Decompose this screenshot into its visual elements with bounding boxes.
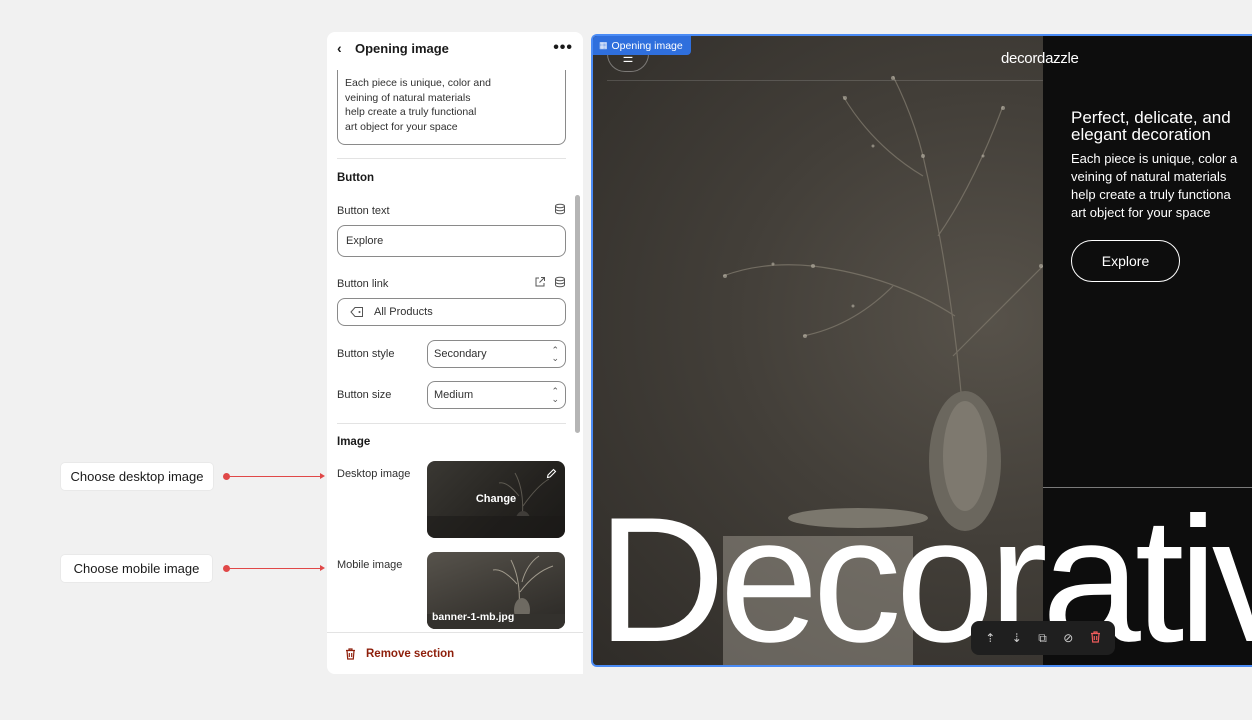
button-style-value: Secondary [434,348,487,360]
button-text-input[interactable]: Explore [337,225,566,257]
image-section-title: Image [337,436,371,448]
mobile-image-label: Mobile image [337,559,403,571]
desktop-image-picker[interactable]: Change [427,461,565,538]
selected-section-badge: ▦ Opening image [593,36,691,55]
mobile-image-row: Mobile image banner-1-mb.jpg [337,552,566,629]
button-size-label: Button size [337,389,392,401]
button-text-value: Explore [346,235,384,247]
section-grid-icon: ▦ [599,40,608,50]
database-icon[interactable] [554,203,566,218]
panel-body: Each piece is unique, color and veining … [327,68,583,664]
remove-section-label: Remove section [366,647,455,660]
select-chevron-icon: ⌃ ⌄ [551,345,559,363]
callout-mobile-arrow [223,565,325,572]
hero-text: Each piece is unique, color a veining of… [1071,151,1238,220]
hero-big-text: Decorativ [597,480,1252,667]
button-style-label: Button style [337,348,395,360]
section-floating-toolbar: ⇡ ⇣ ⧉ ⊘ [971,621,1115,655]
callout-desktop-image: Choose desktop image [61,463,213,490]
button-text-field-label: Button text [337,203,566,218]
mobile-image-picker[interactable]: banner-1-mb.jpg [427,552,565,629]
edit-pencil-icon[interactable] [546,468,557,479]
panel-header: ‹ Opening image ••• [327,32,583,64]
hero-explore-label: Explore [1101,253,1150,269]
desktop-image-row: Desktop image Change [337,461,566,538]
callout-desktop-label: Choose desktop image [70,469,204,484]
remove-section-button[interactable]: Remove section [327,632,583,674]
delete-trash-icon[interactable] [1090,630,1101,646]
back-chevron-icon[interactable]: ‹ [337,40,355,56]
button-size-row: Button size Medium ⌃ ⌄ [337,381,566,409]
button-text-label: Button text [337,204,390,217]
button-link-field-label: Button link [337,276,566,291]
hero-explore-button[interactable]: Explore [1071,240,1180,282]
hide-eye-icon[interactable]: ⊘ [1063,631,1073,645]
button-style-row: Button style Secondary ⌃ ⌄ [337,340,566,368]
section-settings-panel: ‹ Opening image ••• Each piece is unique… [327,32,583,674]
more-options-icon[interactable]: ••• [553,39,573,57]
panel-title: Opening image [355,40,449,56]
duplicate-icon[interactable]: ⧉ [1038,631,1047,646]
selected-section-label: Opening image [611,39,683,52]
button-size-value: Medium [434,389,474,401]
trash-icon [345,647,356,660]
button-link-value: All Products [374,306,433,318]
hero-heading: Perfect, delicate, and elegant decoratio… [1071,108,1231,144]
preview-canvas[interactable]: ▦ Opening image ☰ decordazzle Perfect, d… [591,34,1252,667]
change-image-label: Change [475,493,517,505]
desktop-image-label: Desktop image [337,468,411,480]
callout-desktop-arrow [223,473,325,480]
header-divider [607,80,1043,81]
tag-icon [350,306,364,318]
button-style-select[interactable]: Secondary ⌃ ⌄ [427,340,566,368]
store-logo[interactable]: decordazzle [1001,50,1079,67]
callout-mobile-image: Choose mobile image [61,555,212,582]
move-down-icon[interactable]: ⇣ [1012,631,1022,645]
button-link-label: Button link [337,277,389,290]
mobile-image-filename: banner-1-mb.jpg [432,611,515,623]
panel-scrollbar[interactable] [575,195,580,433]
callout-mobile-label: Choose mobile image [73,561,200,576]
database-icon[interactable] [554,276,566,291]
button-section-title: Button [337,172,375,184]
description-textarea[interactable]: Each piece is unique, color and veining … [337,70,566,145]
divider [337,423,566,424]
divider [337,158,566,159]
select-chevron-icon: ⌃ ⌄ [551,386,559,404]
button-size-select[interactable]: Medium ⌃ ⌄ [427,381,566,409]
button-link-actions [534,276,566,291]
external-link-icon[interactable] [534,276,546,291]
move-up-icon[interactable]: ⇡ [985,631,995,645]
button-link-input[interactable]: All Products [337,298,566,326]
